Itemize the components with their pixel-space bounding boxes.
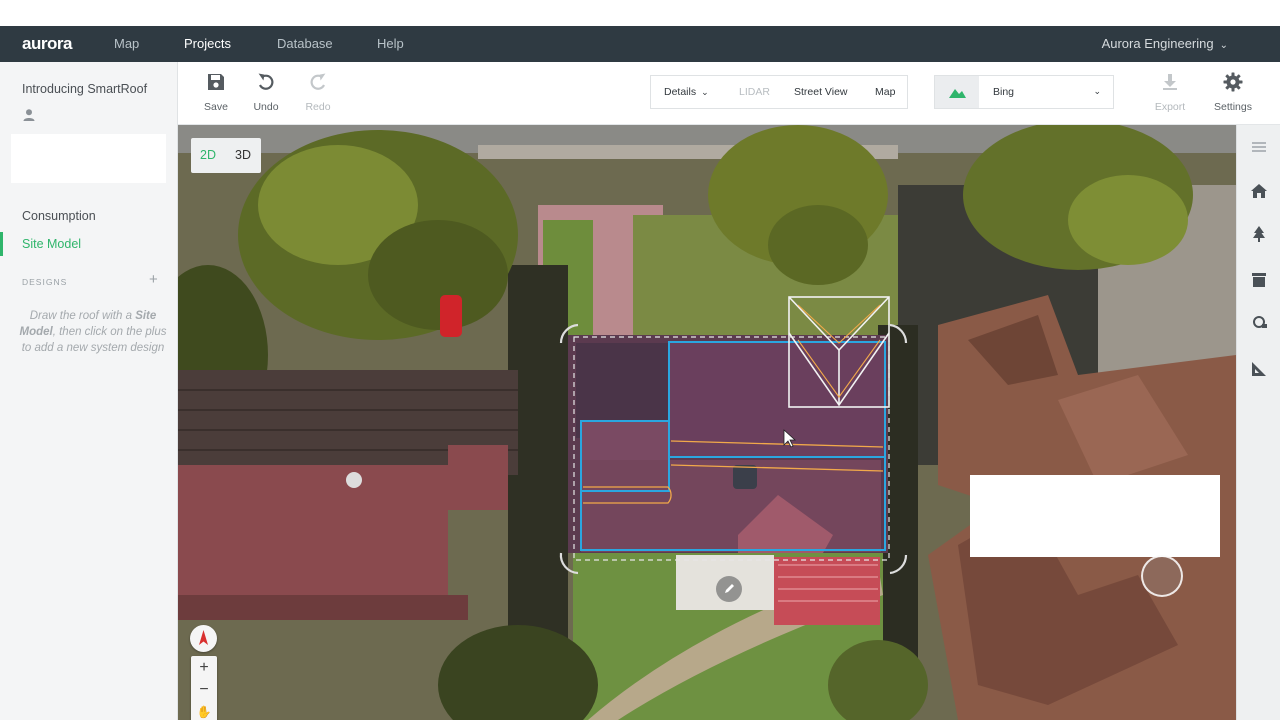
- active-indicator: [0, 232, 3, 256]
- mountain-icon: [935, 76, 979, 108]
- nav-database[interactable]: Database: [277, 36, 333, 51]
- gear-icon: [1223, 72, 1243, 92]
- redo-button[interactable]: Redo: [293, 72, 343, 115]
- designs-hint: Draw the roof with a Site Model, then cl…: [19, 310, 167, 354]
- account-menu[interactable]: Aurora Engineering ⌄: [1102, 36, 1228, 51]
- zoom-control: + − ✋: [191, 656, 217, 720]
- map-view-button[interactable]: Map: [875, 86, 895, 98]
- view-mode-group: Details ⌄ LIDAR Street View Map: [650, 75, 908, 109]
- details-dropdown[interactable]: Details ⌄: [664, 86, 709, 98]
- imagery-provider-value: Bing: [993, 86, 1015, 98]
- right-tool-rail: [1236, 125, 1280, 720]
- settings-button[interactable]: Settings: [1208, 72, 1258, 115]
- designs-heading: DESIGNS: [22, 277, 68, 287]
- pan-hand-icon[interactable]: ✋: [191, 702, 217, 720]
- left-sidebar: Introducing SmartRoof Consumption Site M…: [0, 62, 178, 720]
- top-navbar: aurora Map Projects Database Help Aurora…: [0, 26, 1280, 62]
- toggle-3d[interactable]: 3D: [235, 148, 251, 162]
- menu-icon[interactable]: [1249, 137, 1269, 157]
- imagery-provider-select[interactable]: Bing ⌄: [934, 75, 1114, 109]
- compass-button[interactable]: [190, 625, 217, 652]
- dimension-toggle: 2D 3D: [191, 138, 261, 173]
- lidar-button[interactable]: LIDAR: [739, 86, 770, 98]
- project-info-box: [11, 134, 166, 183]
- user-icon: [23, 109, 35, 121]
- project-title: Introducing SmartRoof: [22, 82, 148, 96]
- ruler-icon[interactable]: [1249, 359, 1269, 379]
- export-button[interactable]: Export: [1145, 72, 1195, 115]
- download-icon: [1163, 74, 1177, 90]
- aurora-logo[interactable]: aurora: [22, 34, 72, 54]
- add-design-button[interactable]: +: [149, 272, 158, 287]
- trash-bin-icon[interactable]: [1249, 269, 1269, 289]
- undo-icon: [258, 73, 274, 90]
- pencil-icon: [725, 584, 734, 593]
- toggle-2d[interactable]: 2D: [200, 148, 216, 162]
- north-arrow-icon: [199, 630, 208, 645]
- save-button[interactable]: Save: [191, 72, 241, 115]
- site-model-overlay[interactable]: [178, 125, 1236, 720]
- top-white-strip: [0, 0, 1280, 26]
- edit-pencil-button[interactable]: [716, 576, 742, 602]
- nav-help[interactable]: Help: [377, 36, 404, 51]
- redo-icon: [310, 73, 326, 90]
- account-name: Aurora Engineering: [1101, 36, 1214, 51]
- sidebar-item-consumption[interactable]: Consumption: [22, 209, 96, 223]
- street-view-button[interactable]: Street View: [794, 86, 848, 98]
- zoom-in-button[interactable]: +: [191, 658, 217, 678]
- watermark-badge-icon: [1141, 555, 1183, 597]
- chevron-down-icon: ⌄: [1093, 86, 1101, 96]
- tree-icon[interactable]: [1249, 224, 1269, 244]
- nav-map[interactable]: Map: [114, 36, 139, 51]
- undo-button[interactable]: Undo: [241, 72, 291, 115]
- chevron-down-icon: ⌄: [701, 87, 709, 97]
- caption-overlay-box: [970, 475, 1220, 557]
- camera-icon[interactable]: [1249, 312, 1269, 332]
- satellite-map-canvas[interactable]: 2D 3D + − ✋: [178, 125, 1236, 720]
- nav-projects[interactable]: Projects: [184, 36, 231, 51]
- save-icon: [208, 74, 224, 90]
- sidebar-item-site-model[interactable]: Site Model: [22, 237, 81, 251]
- zoom-out-button[interactable]: −: [191, 680, 217, 700]
- chevron-down-icon: ⌄: [1219, 40, 1228, 51]
- home-icon[interactable]: [1249, 181, 1269, 201]
- toolbar: Save Undo Redo Details ⌄ LIDAR Street Vie…: [178, 62, 1280, 125]
